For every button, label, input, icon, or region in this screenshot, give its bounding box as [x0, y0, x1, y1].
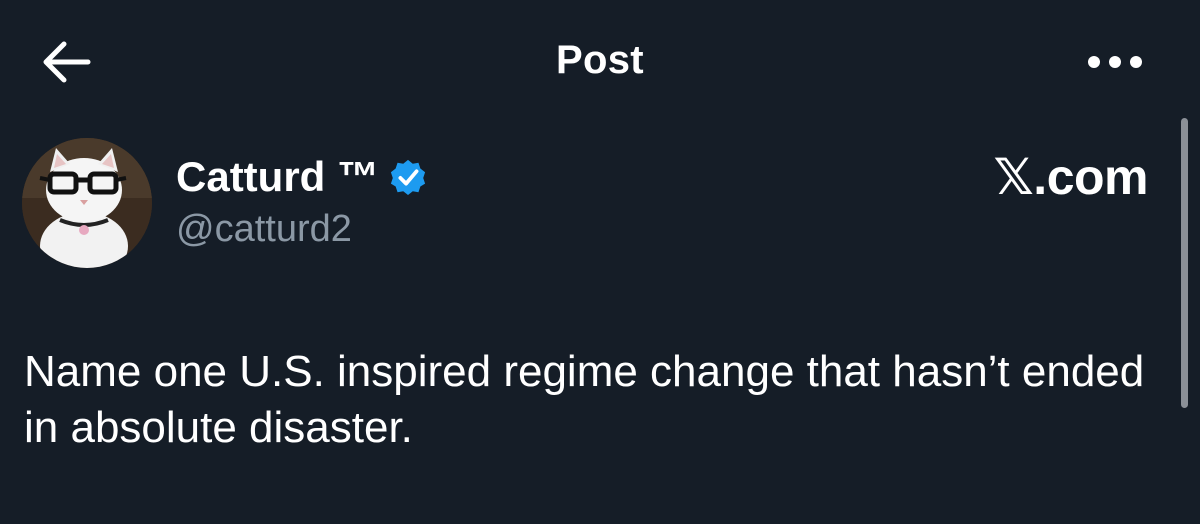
author-handle[interactable]: @catturd2: [176, 208, 352, 251]
more-options-button[interactable]: [1080, 42, 1150, 82]
cat-with-glasses-avatar: [22, 138, 152, 268]
author-name[interactable]: Catturd ™: [176, 153, 379, 201]
author-name-row[interactable]: Catturd ™: [176, 150, 427, 204]
site-watermark: 𝕏.com: [993, 149, 1149, 205]
page-title: Post: [556, 38, 644, 82]
scrollbar[interactable]: [1181, 118, 1188, 408]
top-nav-bar: Post: [0, 0, 1200, 122]
avatar[interactable]: [22, 138, 152, 268]
more-horizontal-icon: [1088, 56, 1142, 68]
post-text: Name one U.S. inspired regime change tha…: [24, 347, 1145, 452]
post-screen: Post Catturd ™ @catturd2 𝕏.com Name one …: [0, 0, 1200, 524]
verified-badge-icon: [390, 159, 426, 196]
